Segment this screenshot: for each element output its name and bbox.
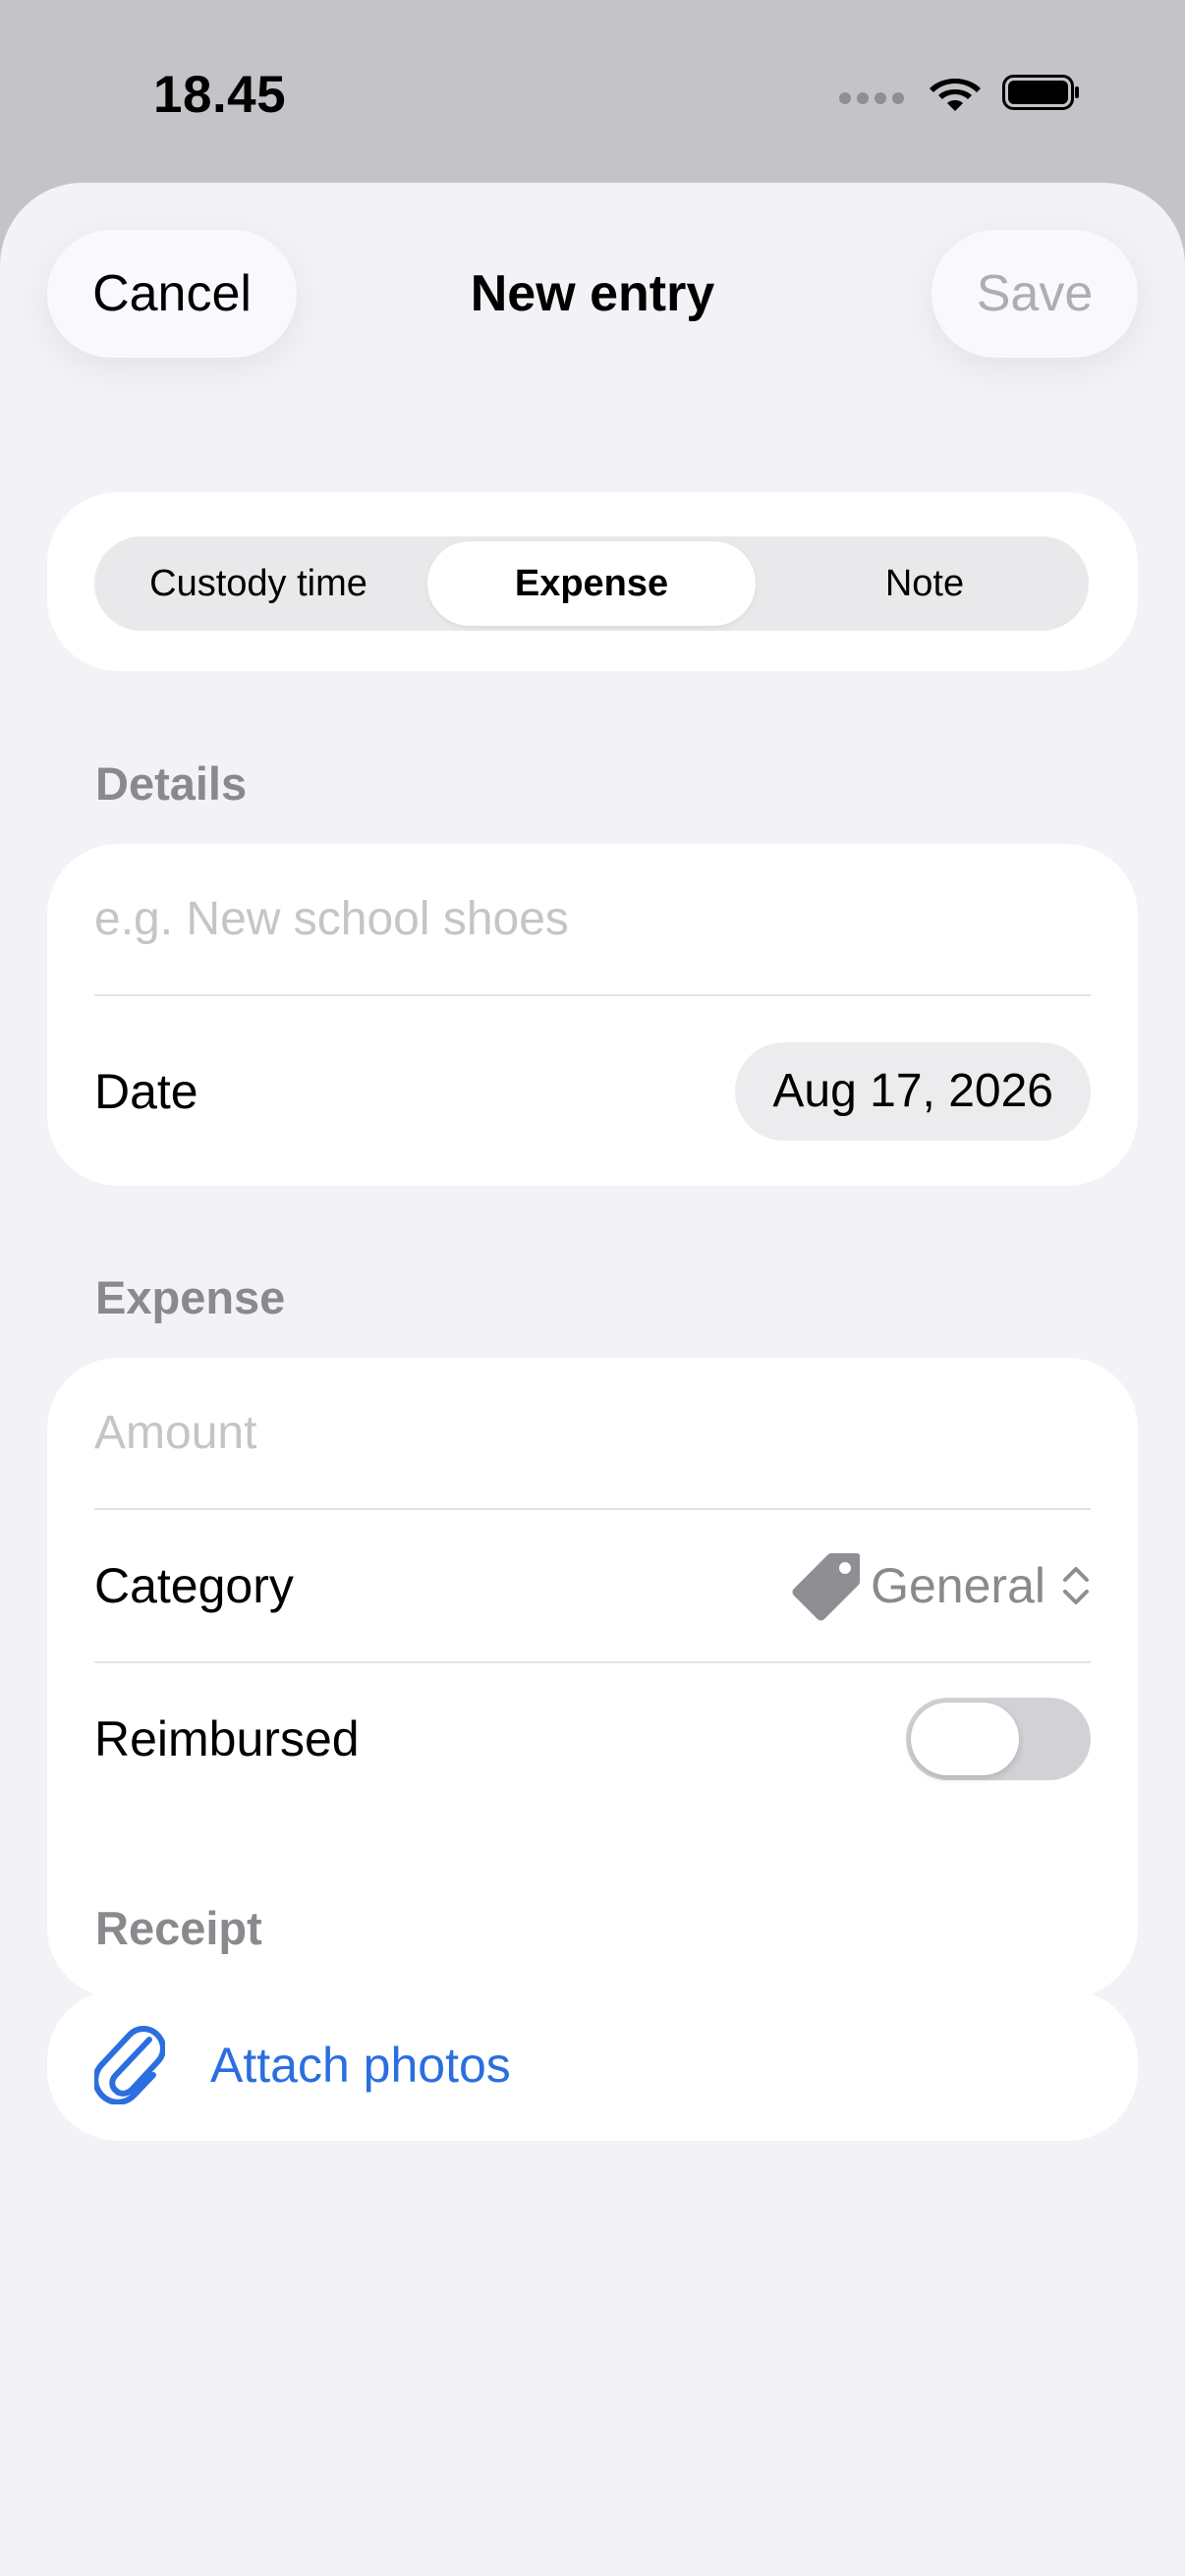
- attach-photos-button[interactable]: Attach photos: [94, 1989, 1091, 2141]
- reimbursed-label: Reimbursed: [94, 1711, 360, 1766]
- date-label: Date: [94, 1063, 198, 1119]
- segment-expense[interactable]: Expense: [427, 541, 756, 626]
- save-button[interactable]: Save: [931, 230, 1138, 358]
- category-picker[interactable]: General: [792, 1550, 1091, 1621]
- new-entry-sheet: Cancel New entry Save Custody time Expen…: [0, 183, 1185, 2576]
- attach-photos-label: Attach photos: [210, 2038, 511, 2093]
- segment-custody-time[interactable]: Custody time: [94, 536, 423, 631]
- wifi-icon: [930, 79, 981, 111]
- paperclip-icon: [94, 2026, 165, 2104]
- details-header: Details: [95, 757, 248, 810]
- signal-icon: [839, 92, 904, 104]
- receipt-header: Receipt: [95, 1902, 262, 1954]
- chevron-up-down-icon: [1063, 1567, 1089, 1604]
- category-row: Category General: [94, 1510, 1091, 1661]
- category-value: General: [871, 1558, 1045, 1613]
- reimbursed-toggle[interactable]: [906, 1698, 1091, 1780]
- category-label: Category: [94, 1558, 294, 1613]
- entry-type-card: Custody time Expense Note: [47, 492, 1138, 671]
- details-card: e.g. New school shoes Date Aug 17, 2026: [47, 844, 1138, 1186]
- expense-header: Expense: [95, 1271, 286, 1323]
- entry-type-segmented-control: Custody time Expense Note: [94, 536, 1089, 631]
- toggle-knob: [911, 1703, 1019, 1775]
- cancel-button[interactable]: Cancel: [47, 230, 297, 358]
- reimbursed-row: Reimbursed: [94, 1663, 1091, 1815]
- date-row: Date Aug 17, 2026: [94, 996, 1091, 1186]
- amount-input[interactable]: Amount: [94, 1358, 1091, 1508]
- receipt-card: Attach photos: [47, 1989, 1138, 2141]
- title-input[interactable]: e.g. New school shoes: [94, 844, 1091, 994]
- status-time: 18.45: [153, 66, 287, 124]
- status-icons: [839, 69, 1081, 116]
- tag-icon: [792, 1553, 861, 1621]
- title-placeholder: e.g. New school shoes: [94, 893, 569, 945]
- status-bar: 18.45: [0, 0, 1185, 183]
- date-picker-button[interactable]: Aug 17, 2026: [735, 1041, 1091, 1141]
- amount-placeholder: Amount: [94, 1407, 257, 1459]
- segment-note[interactable]: Note: [761, 536, 1089, 631]
- battery-icon: [1002, 75, 1079, 110]
